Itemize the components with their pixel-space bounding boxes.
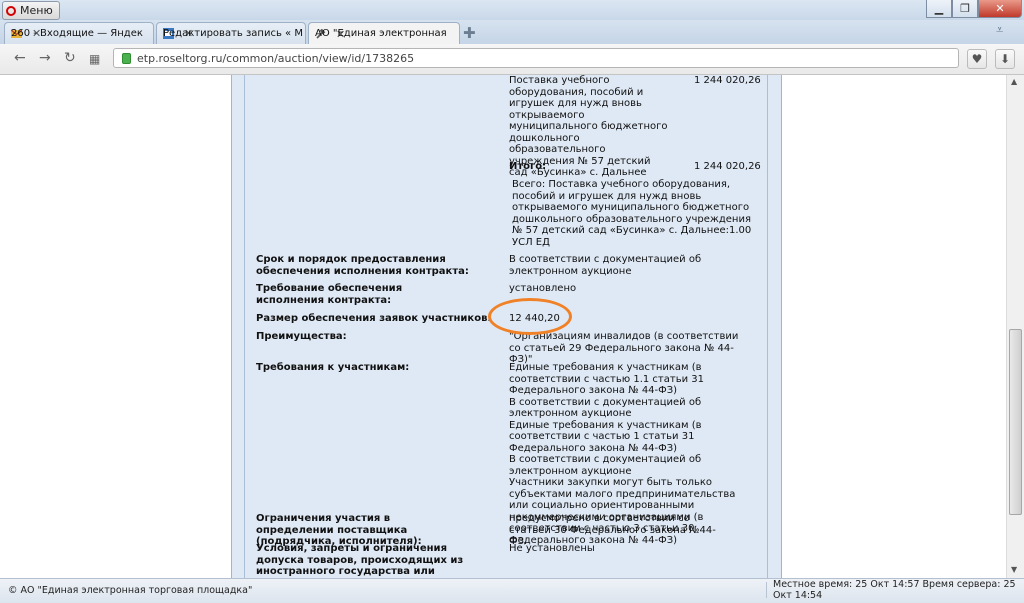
row-value-foreign-goods-conditions: Не установлены: [509, 543, 595, 554]
reload-icon[interactable]: ↻: [64, 50, 76, 66]
vertical-scrollbar[interactable]: ▲ ▼: [1006, 75, 1024, 578]
navigation-bar: ← → ↻ ▦ etp.roseltorg.ru/common/auction/…: [0, 44, 1024, 75]
tab-roseltorg[interactable]: АО "Единая электронная ✕: [308, 22, 460, 45]
row-label-bid-security-amount: Размер обеспечения заявок участников:: [256, 313, 492, 324]
total-description: Всего: Поставка учебного оборудования, п…: [512, 179, 752, 248]
window-titlebar: Меню ▁ ❐ ✕: [0, 0, 1024, 21]
lock-icon: [122, 52, 131, 64]
row-label-foreign-goods-conditions: Условия, запреты и ограничения допуска т…: [256, 543, 464, 578]
bookmark-heart-icon[interactable]: ♥: [967, 49, 987, 69]
tab-bar: 260 - Входящие — Яндек ✕ Редактировать з…: [0, 20, 1024, 45]
close-window-button[interactable]: ✕: [978, 0, 1022, 18]
scroll-up-arrow-icon[interactable]: ▲: [1011, 77, 1017, 86]
row-label-participant-requirements: Требования к участникам:: [256, 362, 410, 373]
status-bar: © АО "Единая электронная торговая площад…: [0, 578, 1024, 603]
total-label: Итого:: [509, 161, 547, 172]
restore-button[interactable]: ❐: [952, 0, 978, 18]
opera-logo-icon: [6, 5, 16, 16]
row-value-advantages: "Организациям инвалидов (в соответствии …: [509, 331, 739, 365]
copyright-text: © АО "Единая электронная торговая площад…: [8, 585, 253, 596]
row-value-contract-security-requirement: установлено: [509, 283, 577, 294]
tab-yandex-mail[interactable]: 260 - Входящие — Яндек ✕: [4, 22, 154, 44]
row-value-contract-security-procedure: В соответствии с документацией об электр…: [509, 254, 702, 277]
speed-dial-icon[interactable]: ▦: [89, 52, 100, 66]
scroll-down-arrow-icon[interactable]: ▼: [1011, 565, 1017, 574]
total-amount: 1 244 020,26: [694, 161, 761, 172]
tab-edit-record[interactable]: Редактировать запись « М ✕: [156, 22, 306, 44]
download-icon[interactable]: ⬇: [995, 49, 1015, 69]
time-info: Местное время: 25 Окт 14:57 Время сервер…: [766, 579, 1024, 601]
menu-label: Меню: [20, 4, 53, 17]
tab-menu-icon[interactable]: ⩡: [996, 23, 1003, 38]
address-bar[interactable]: etp.roseltorg.ru/common/auction/view/id/…: [113, 48, 959, 68]
back-arrow-icon[interactable]: ←: [14, 50, 26, 66]
opera-menu-button[interactable]: Меню: [2, 1, 60, 20]
minimize-button[interactable]: ▁: [926, 0, 952, 18]
tab-label: АО "Единая электронная: [315, 28, 447, 40]
row-label-contract-security-procedure: Срок и порядок предоставления обеспечени…: [256, 254, 469, 277]
url-text: etp.roseltorg.ru/common/auction/view/id/…: [137, 51, 415, 65]
new-tab-icon[interactable]: ✚: [463, 24, 476, 42]
scrollbar-thumb[interactable]: [1009, 329, 1022, 515]
tab-label: 260 - Входящие — Яндек: [11, 27, 143, 39]
lot-item-amount: 1 244 020,26: [694, 75, 761, 86]
forward-arrow-icon[interactable]: →: [39, 50, 51, 66]
row-label-advantages: Преимущества:: [256, 331, 347, 342]
row-label-contract-security-requirement: Требование обеспечения исполнения контра…: [256, 283, 403, 306]
tab-label: Редактировать запись « М: [163, 27, 303, 39]
highlight-circle: [488, 298, 572, 335]
